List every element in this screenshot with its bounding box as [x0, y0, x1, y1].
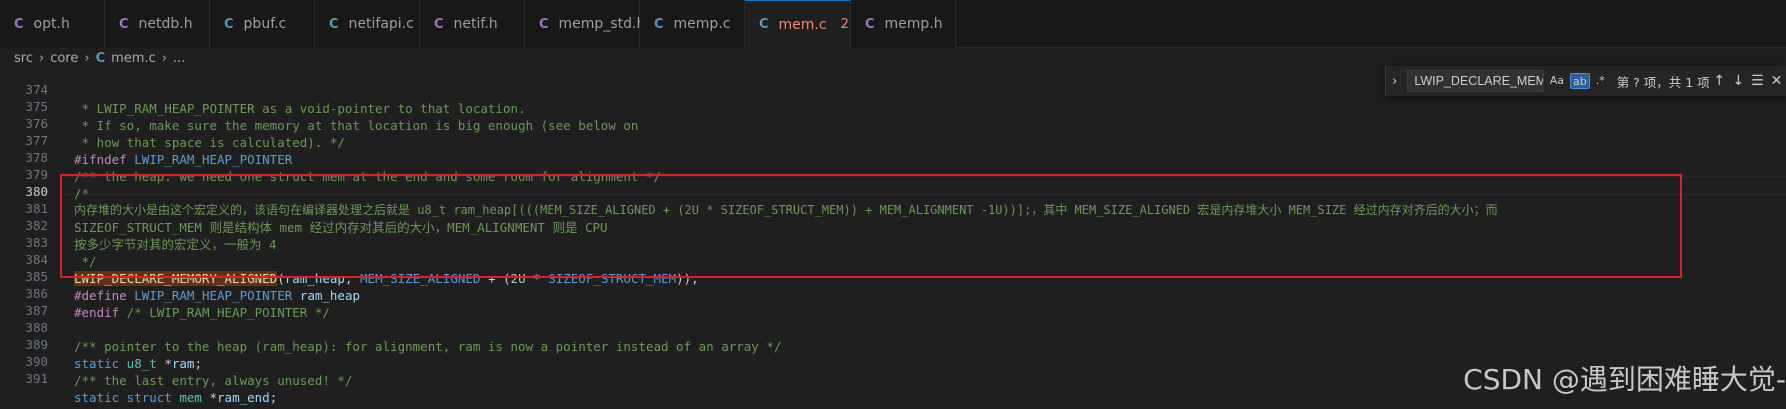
- tab-label: memp.c: [673, 16, 731, 32]
- tab-pbuf-c[interactable]: C pbuf.c: [210, 0, 315, 48]
- tab-label: opt.h: [33, 16, 70, 32]
- find-result-count: 第 ? 项，共 1 项: [1616, 74, 1710, 90]
- tab-opt-h[interactable]: C opt.h: [0, 0, 105, 48]
- csdn-watermark: CSDN @遇到困难睡大觉-: [1463, 363, 1786, 396]
- tab-label: netdb.h: [138, 16, 193, 32]
- tab-netdb-h[interactable]: C netdb.h: [105, 0, 210, 48]
- keyword: static: [74, 390, 120, 405]
- tab-mem-c[interactable]: C mem.c 2: [745, 0, 851, 48]
- find-input-value: LWIP_DECLARE_MEMORY_ALIGNED: [1414, 74, 1544, 88]
- punctuation: *: [201, 390, 218, 405]
- problems-count-badge: 2: [840, 17, 849, 32]
- find-widget: › LWIP_DECLARE_MEMORY_ALIGNED Aa ab .* 第…: [1385, 66, 1786, 96]
- tab-label: netif.h: [453, 16, 498, 32]
- find-in-selection-icon[interactable]: ☰: [1748, 73, 1767, 89]
- c-header-file-icon: C: [14, 16, 24, 32]
- tab-label: mem.c: [778, 16, 827, 33]
- keyword: struct: [119, 390, 172, 405]
- close-icon[interactable]: ✕: [1767, 73, 1786, 89]
- tab-label: netifapi.c: [348, 16, 414, 32]
- tab-memp-h[interactable]: C memp.h: [851, 0, 956, 48]
- c-header-file-icon: C: [865, 16, 875, 32]
- c-header-file-icon: C: [539, 16, 549, 32]
- tab-label: memp.h: [884, 16, 943, 32]
- find-input[interactable]: LWIP_DECLARE_MEMORY_ALIGNED: [1407, 70, 1544, 92]
- previous-match-arrow-up-icon[interactable]: ↑: [1710, 73, 1729, 89]
- tab-label: memp_std.h: [558, 16, 646, 32]
- tab-label: pbuf.c: [243, 16, 287, 32]
- c-source-file-icon: C: [224, 16, 234, 32]
- tab-memp-std-h[interactable]: C memp_std.h: [525, 0, 645, 48]
- next-match-arrow-down-icon[interactable]: ↓: [1729, 73, 1748, 89]
- type-name: mem: [171, 390, 202, 405]
- tab-netifapi-c[interactable]: C netifapi.c: [315, 0, 420, 48]
- c-source-file-icon: C: [329, 16, 339, 32]
- c-header-file-icon: C: [434, 16, 444, 32]
- match-whole-word-toggle[interactable]: ab: [1569, 73, 1590, 89]
- annotation-highlight-box: [60, 174, 1682, 278]
- tab-netif-h[interactable]: C netif.h: [420, 0, 525, 48]
- editor-tab-bar: C opt.h C netdb.h C pbuf.c C netifapi.c …: [0, 0, 1786, 48]
- match-case-toggle[interactable]: Aa: [1548, 73, 1566, 89]
- tab-memp-c[interactable]: C memp.c: [640, 0, 745, 48]
- line-number: 391: [25, 371, 48, 386]
- code-editor[interactable]: 374 * LWIP_RAM_HEAP_POINTER as a void-po…: [0, 62, 1786, 409]
- c-source-file-icon: C: [759, 17, 769, 32]
- identifier: ram_end: [217, 390, 270, 405]
- punctuation: ;: [269, 390, 278, 405]
- use-regex-toggle[interactable]: .*: [1594, 73, 1607, 89]
- toggle-replace-chevron-icon[interactable]: ›: [1386, 74, 1403, 89]
- c-source-file-icon: C: [654, 16, 664, 32]
- c-header-file-icon: C: [119, 16, 129, 32]
